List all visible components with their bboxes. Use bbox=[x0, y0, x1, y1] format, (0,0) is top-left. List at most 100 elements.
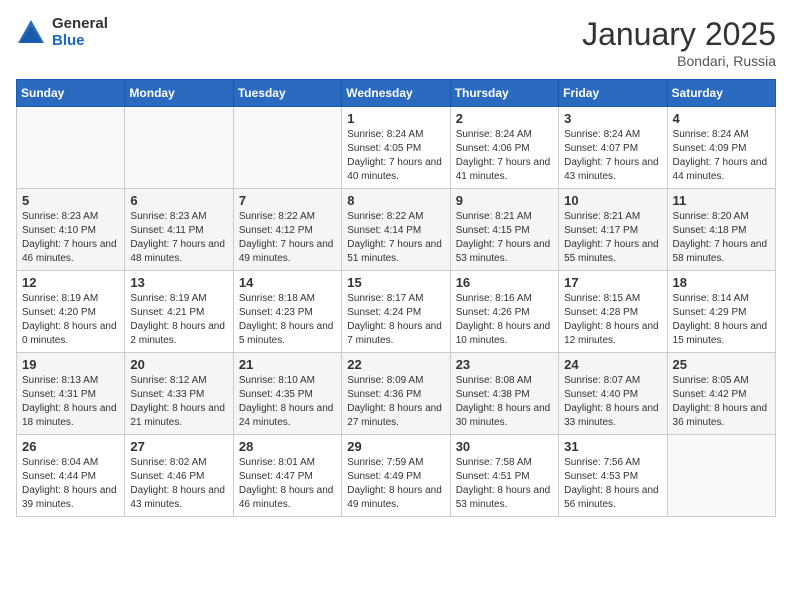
day-cell: 11 Sunrise: 8:20 AM Sunset: 4:18 PM Dayli… bbox=[667, 189, 775, 271]
cell-details: Sunrise: 8:20 AM Sunset: 4:18 PM Dayligh… bbox=[673, 210, 770, 266]
day-cell: 14 Sunrise: 8:18 AM Sunset: 4:23 PM Dayli… bbox=[233, 271, 341, 353]
cell-details: Sunrise: 8:01 AM Sunset: 4:47 PM Dayligh… bbox=[239, 456, 336, 512]
day-cell bbox=[233, 107, 341, 189]
day-number: 2 bbox=[456, 111, 553, 126]
day-number: 19 bbox=[22, 357, 119, 372]
logo-text: General Blue bbox=[52, 16, 108, 49]
day-number: 6 bbox=[130, 193, 227, 208]
day-number: 24 bbox=[564, 357, 661, 372]
day-number: 1 bbox=[347, 111, 444, 126]
month-title: January 2025 bbox=[582, 16, 776, 53]
day-number: 21 bbox=[239, 357, 336, 372]
day-cell bbox=[125, 107, 233, 189]
day-cell bbox=[17, 107, 125, 189]
cell-details: Sunrise: 8:07 AM Sunset: 4:40 PM Dayligh… bbox=[564, 374, 661, 430]
day-cell: 17 Sunrise: 8:15 AM Sunset: 4:28 PM Dayli… bbox=[559, 271, 667, 353]
day-number: 30 bbox=[456, 439, 553, 454]
day-header-monday: Monday bbox=[125, 80, 233, 107]
calendar-table: SundayMondayTuesdayWednesdayThursdayFrid… bbox=[16, 79, 776, 517]
day-cell: 25 Sunrise: 8:05 AM Sunset: 4:42 PM Dayli… bbox=[667, 353, 775, 435]
day-cell: 15Sunrise: 8:17 AM Sunset: 4:24 PM Dayli… bbox=[342, 271, 450, 353]
day-number: 23 bbox=[456, 357, 553, 372]
cell-details: Sunrise: 8:10 AM Sunset: 4:35 PM Dayligh… bbox=[239, 374, 336, 430]
logo-icon bbox=[16, 18, 46, 48]
cell-details: Sunrise: 8:24 AM Sunset: 4:07 PM Dayligh… bbox=[564, 128, 661, 184]
day-number: 12 bbox=[22, 275, 119, 290]
week-row-3: 12 Sunrise: 8:19 AM Sunset: 4:20 PM Dayli… bbox=[17, 271, 776, 353]
cell-details: Sunrise: 8:15 AM Sunset: 4:28 PM Dayligh… bbox=[564, 292, 661, 348]
week-row-1: 1 Sunrise: 8:24 AM Sunset: 4:05 PM Daylig… bbox=[17, 107, 776, 189]
day-number: 20 bbox=[130, 357, 227, 372]
cell-details: Sunrise: 7:59 AM Sunset: 4:49 PM Dayligh… bbox=[347, 456, 444, 512]
cell-details: Sunrise: 8:22 AM Sunset: 4:12 PM Dayligh… bbox=[239, 210, 336, 266]
day-number: 26 bbox=[22, 439, 119, 454]
day-cell: 10Sunrise: 8:21 AM Sunset: 4:17 PM Dayli… bbox=[559, 189, 667, 271]
cell-details: Sunrise: 7:56 AM Sunset: 4:53 PM Dayligh… bbox=[564, 456, 661, 512]
cell-details: Sunrise: 7:58 AM Sunset: 4:51 PM Dayligh… bbox=[456, 456, 553, 512]
cell-details: Sunrise: 8:14 AM Sunset: 4:29 PM Dayligh… bbox=[673, 292, 770, 348]
day-header-saturday: Saturday bbox=[667, 80, 775, 107]
day-cell: 4Sunrise: 8:24 AM Sunset: 4:09 PM Daylig… bbox=[667, 107, 775, 189]
day-cell: 21 Sunrise: 8:10 AM Sunset: 4:35 PM Dayli… bbox=[233, 353, 341, 435]
location: Bondari, Russia bbox=[582, 53, 776, 69]
cell-details: Sunrise: 8:24 AM Sunset: 4:06 PM Dayligh… bbox=[456, 128, 553, 184]
cell-details: Sunrise: 8:23 AM Sunset: 4:11 PM Dayligh… bbox=[130, 210, 227, 266]
day-number: 13 bbox=[130, 275, 227, 290]
day-header-sunday: Sunday bbox=[17, 80, 125, 107]
day-cell: 1 Sunrise: 8:24 AM Sunset: 4:05 PM Daylig… bbox=[342, 107, 450, 189]
cell-details: Sunrise: 8:17 AM Sunset: 4:24 PM Dayligh… bbox=[347, 292, 444, 348]
day-cell: 16 Sunrise: 8:16 AM Sunset: 4:26 PM Dayli… bbox=[450, 271, 558, 353]
cell-details: Sunrise: 8:16 AM Sunset: 4:26 PM Dayligh… bbox=[456, 292, 553, 348]
cell-details: Sunrise: 8:24 AM Sunset: 4:05 PM Dayligh… bbox=[347, 128, 444, 184]
week-row-5: 26 Sunrise: 8:04 AM Sunset: 4:44 PM Dayli… bbox=[17, 435, 776, 517]
day-cell: 28 Sunrise: 8:01 AM Sunset: 4:47 PM Dayli… bbox=[233, 435, 341, 517]
title-area: January 2025 Bondari, Russia bbox=[582, 16, 776, 69]
cell-details: Sunrise: 8:12 AM Sunset: 4:33 PM Dayligh… bbox=[130, 374, 227, 430]
day-cell: 20 Sunrise: 8:12 AM Sunset: 4:33 PM Dayli… bbox=[125, 353, 233, 435]
cell-details: Sunrise: 8:19 AM Sunset: 4:20 PM Dayligh… bbox=[22, 292, 119, 348]
cell-details: Sunrise: 8:19 AM Sunset: 4:21 PM Dayligh… bbox=[130, 292, 227, 348]
day-cell: 31Sunrise: 7:56 AM Sunset: 4:53 PM Dayli… bbox=[559, 435, 667, 517]
week-row-2: 5Sunrise: 8:23 AM Sunset: 4:10 PM Daylig… bbox=[17, 189, 776, 271]
day-number: 11 bbox=[673, 193, 770, 208]
day-number: 17 bbox=[564, 275, 661, 290]
cell-details: Sunrise: 8:09 AM Sunset: 4:36 PM Dayligh… bbox=[347, 374, 444, 430]
day-number: 16 bbox=[456, 275, 553, 290]
day-cell: 27Sunrise: 8:02 AM Sunset: 4:46 PM Dayli… bbox=[125, 435, 233, 517]
logo-blue: Blue bbox=[52, 33, 108, 50]
day-number: 28 bbox=[239, 439, 336, 454]
day-cell: 3 Sunrise: 8:24 AM Sunset: 4:07 PM Daylig… bbox=[559, 107, 667, 189]
cell-details: Sunrise: 8:22 AM Sunset: 4:14 PM Dayligh… bbox=[347, 210, 444, 266]
day-number: 3 bbox=[564, 111, 661, 126]
day-number: 9 bbox=[456, 193, 553, 208]
day-cell: 26 Sunrise: 8:04 AM Sunset: 4:44 PM Dayli… bbox=[17, 435, 125, 517]
day-cell: 19 Sunrise: 8:13 AM Sunset: 4:31 PM Dayli… bbox=[17, 353, 125, 435]
cell-details: Sunrise: 8:04 AM Sunset: 4:44 PM Dayligh… bbox=[22, 456, 119, 512]
day-header-tuesday: Tuesday bbox=[233, 80, 341, 107]
day-cell bbox=[667, 435, 775, 517]
day-number: 27 bbox=[130, 439, 227, 454]
header: General Blue January 2025 Bondari, Russi… bbox=[16, 16, 776, 69]
day-header-wednesday: Wednesday bbox=[342, 80, 450, 107]
day-cell: 22 Sunrise: 8:09 AM Sunset: 4:36 PM Dayli… bbox=[342, 353, 450, 435]
cell-details: Sunrise: 8:08 AM Sunset: 4:38 PM Dayligh… bbox=[456, 374, 553, 430]
day-number: 5 bbox=[22, 193, 119, 208]
day-cell: 9 Sunrise: 8:21 AM Sunset: 4:15 PM Daylig… bbox=[450, 189, 558, 271]
day-cell: 13 Sunrise: 8:19 AM Sunset: 4:21 PM Dayli… bbox=[125, 271, 233, 353]
cell-details: Sunrise: 8:05 AM Sunset: 4:42 PM Dayligh… bbox=[673, 374, 770, 430]
day-cell: 24 Sunrise: 8:07 AM Sunset: 4:40 PM Dayli… bbox=[559, 353, 667, 435]
day-cell: 23 Sunrise: 8:08 AM Sunset: 4:38 PM Dayli… bbox=[450, 353, 558, 435]
day-number: 14 bbox=[239, 275, 336, 290]
day-number: 4 bbox=[673, 111, 770, 126]
day-header-friday: Friday bbox=[559, 80, 667, 107]
cell-details: Sunrise: 8:18 AM Sunset: 4:23 PM Dayligh… bbox=[239, 292, 336, 348]
cell-details: Sunrise: 8:13 AM Sunset: 4:31 PM Dayligh… bbox=[22, 374, 119, 430]
day-number: 8 bbox=[347, 193, 444, 208]
day-number: 22 bbox=[347, 357, 444, 372]
day-number: 25 bbox=[673, 357, 770, 372]
day-number: 10 bbox=[564, 193, 661, 208]
day-cell: 8 Sunrise: 8:22 AM Sunset: 4:14 PM Daylig… bbox=[342, 189, 450, 271]
day-cell: 2 Sunrise: 8:24 AM Sunset: 4:06 PM Daylig… bbox=[450, 107, 558, 189]
day-number: 29 bbox=[347, 439, 444, 454]
cell-details: Sunrise: 8:21 AM Sunset: 4:15 PM Dayligh… bbox=[456, 210, 553, 266]
